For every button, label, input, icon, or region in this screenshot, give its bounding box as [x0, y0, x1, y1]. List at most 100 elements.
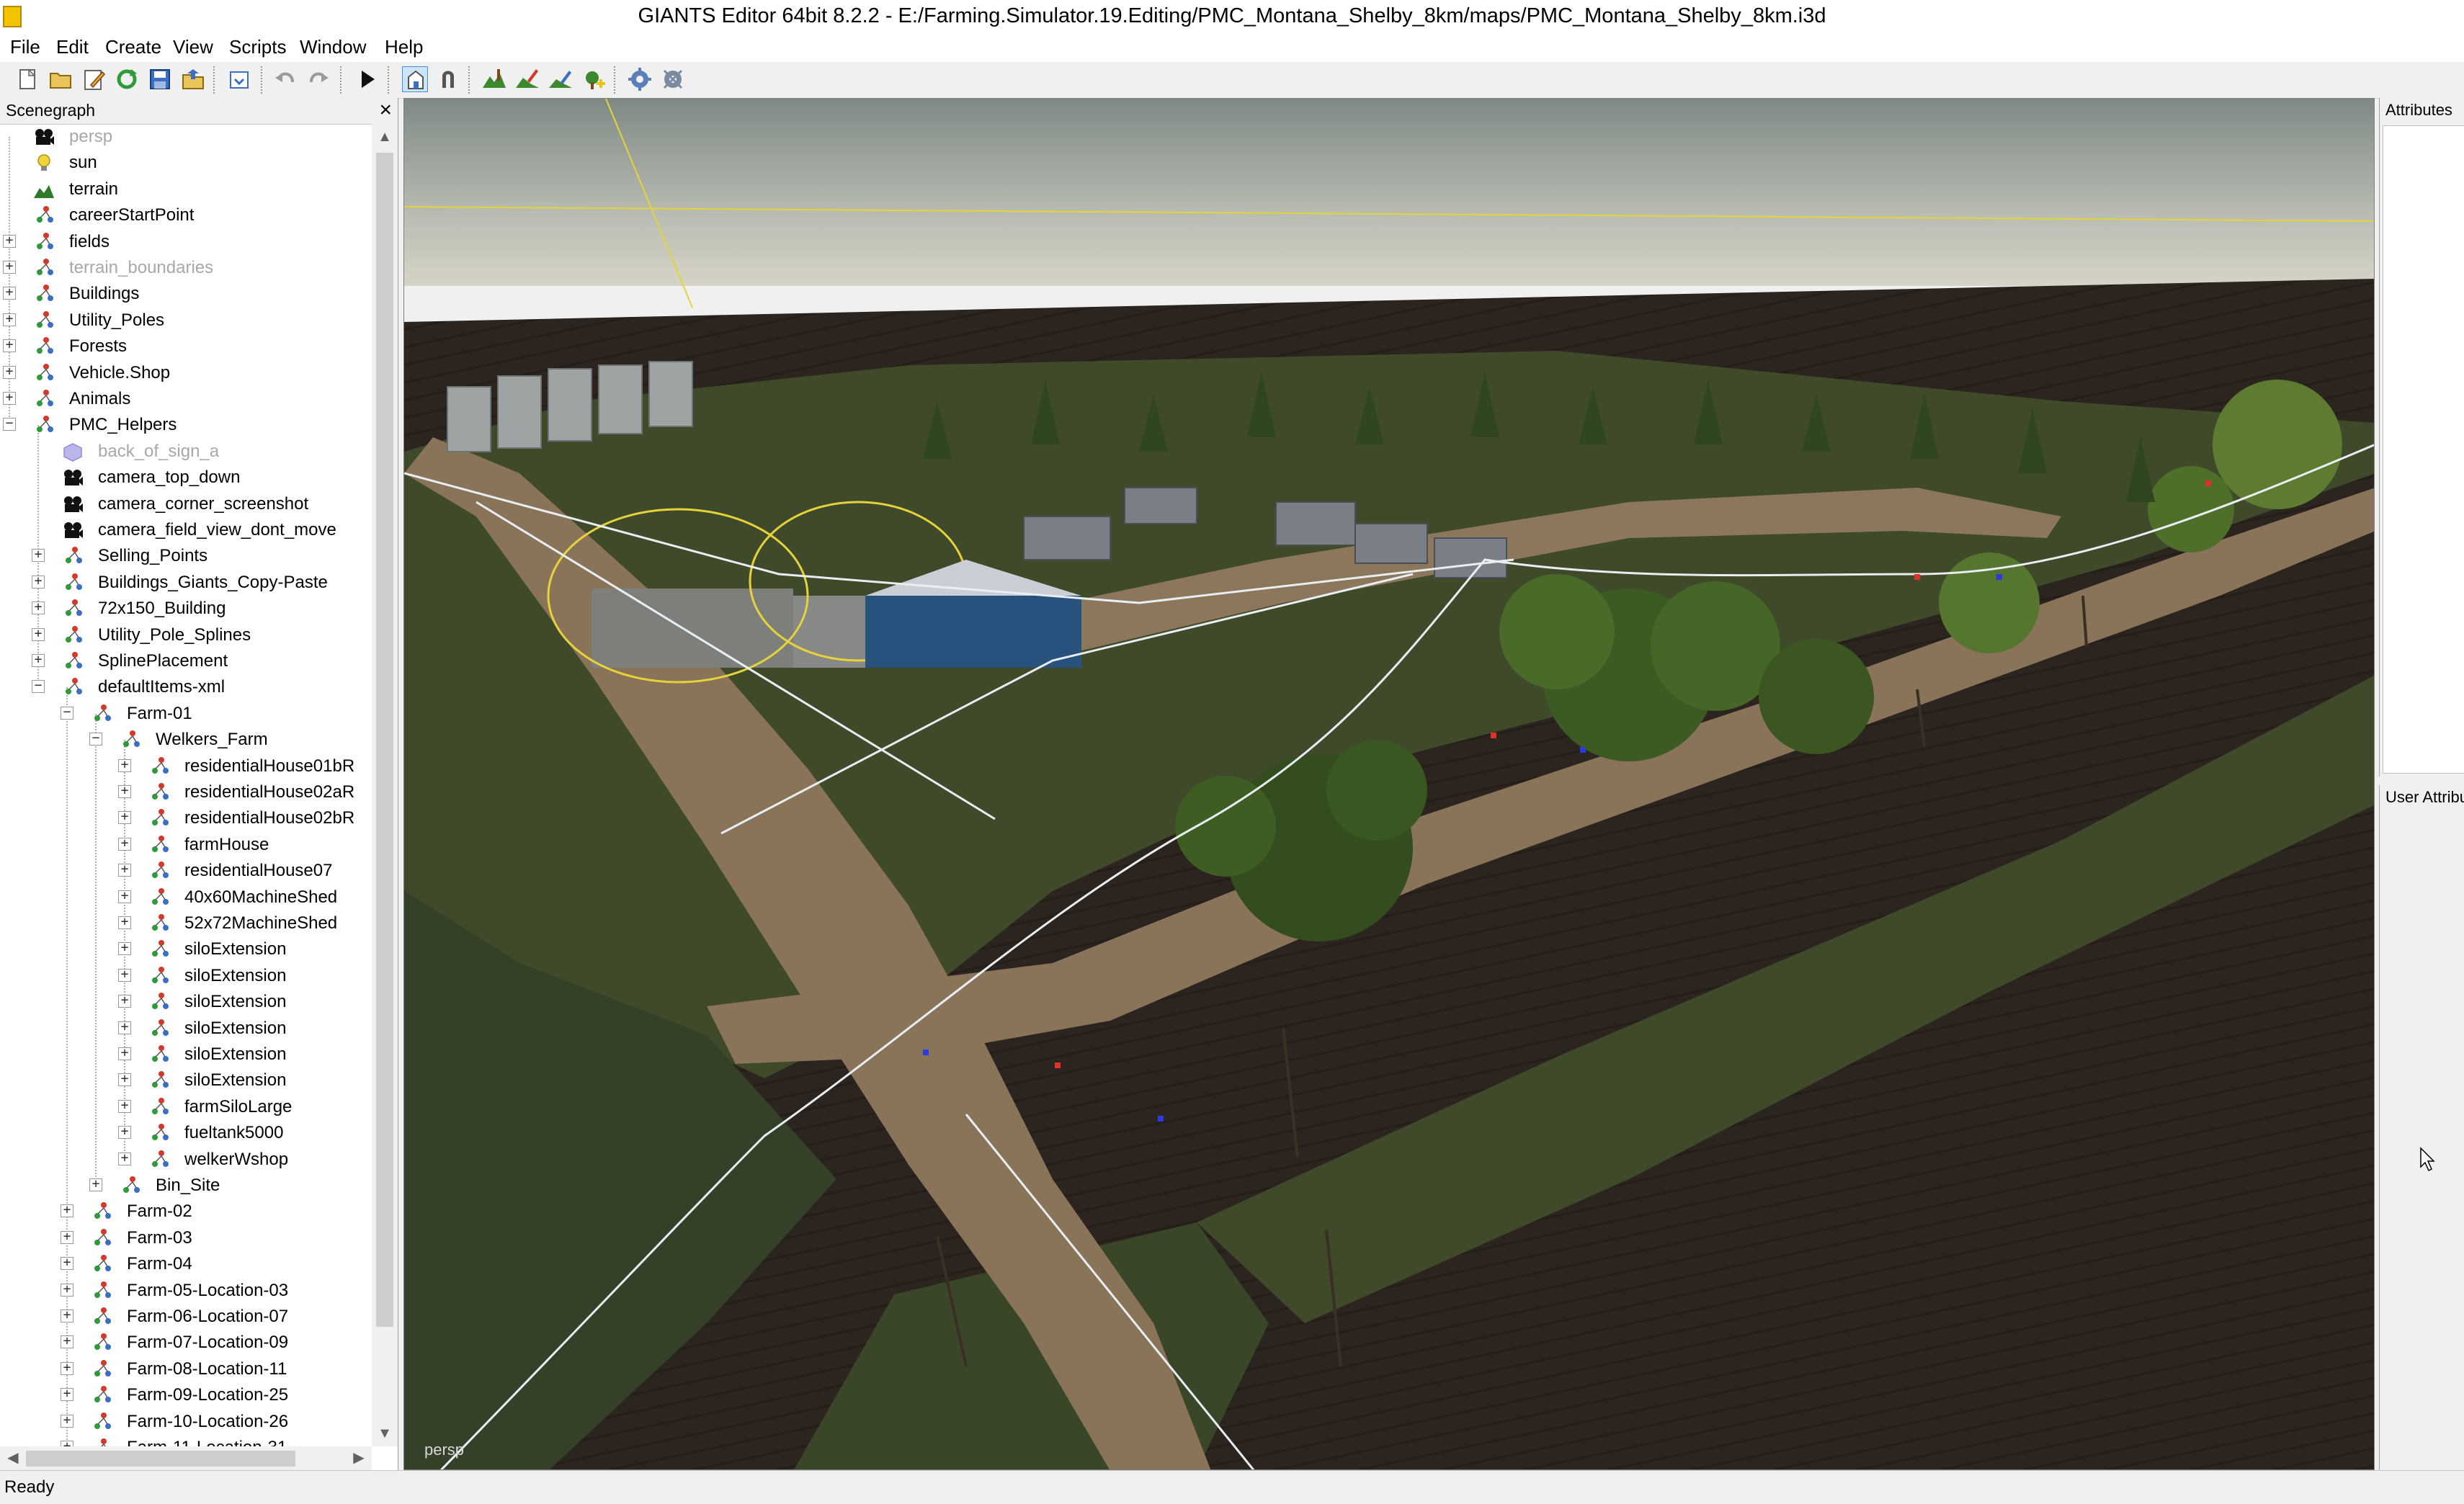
attributes-body[interactable] [2383, 125, 2464, 774]
scroll-down-icon[interactable]: ▼ [372, 1420, 398, 1446]
collapse-icon[interactable]: − [61, 705, 73, 720]
expand-icon[interactable]: + [3, 339, 16, 353]
vertical-scrollbar[interactable]: ▲ ▼ [372, 124, 398, 1446]
tree-row[interactable]: + Farm-09-Location-25 [0, 1382, 372, 1408]
expand-icon[interactable]: + [61, 1413, 73, 1428]
tree-row[interactable]: + Selling_Points [0, 543, 372, 569]
expand-icon[interactable]: + [118, 863, 131, 877]
expand-icon[interactable]: + [118, 941, 131, 956]
object-place-icon[interactable] [581, 66, 607, 92]
menu-window[interactable]: Window [297, 36, 369, 58]
tree-row[interactable]: + Utility_Pole_Splines [0, 622, 372, 648]
reload-icon[interactable] [114, 66, 140, 92]
expand-icon[interactable]: + [61, 1387, 73, 1402]
expand-icon[interactable]: + [61, 1335, 73, 1349]
menu-file[interactable]: File [7, 36, 43, 58]
settings-icon[interactable] [627, 66, 653, 92]
tree-row[interactable]: + residentialHouse02aR [0, 779, 372, 805]
menu-help[interactable]: Help [382, 36, 426, 58]
tree-row[interactable]: + siloExtension [0, 936, 372, 962]
tree-row[interactable]: − Welkers_Farm [0, 727, 372, 753]
expand-icon[interactable]: + [3, 391, 16, 405]
menu-edit[interactable]: Edit [53, 36, 91, 58]
tree-row[interactable]: terrain [0, 176, 372, 202]
expand-icon[interactable]: + [61, 1309, 73, 1322]
tree-row[interactable]: camera_field_view_dont_move [0, 517, 372, 543]
magnet-icon[interactable] [435, 66, 461, 92]
expand-icon[interactable]: + [61, 1230, 73, 1244]
expand-icon[interactable]: + [118, 967, 131, 982]
tree-row[interactable]: + Farm-06-Location-07 [0, 1304, 372, 1330]
terrain-sculpt-icon[interactable] [481, 66, 507, 92]
expand-icon[interactable]: + [32, 574, 45, 588]
scroll-up-icon[interactable]: ▲ [372, 124, 398, 150]
expand-icon[interactable]: + [118, 836, 131, 851]
expand-icon[interactable]: + [118, 1098, 131, 1113]
expand-icon[interactable]: + [118, 994, 131, 1008]
tree-row[interactable]: +40x60MachineShed [0, 885, 372, 910]
expand-icon[interactable]: + [118, 1073, 131, 1087]
tree-row[interactable]: + Buildings [0, 281, 372, 307]
tree-row[interactable]: + Farm-08-Location-11 [0, 1356, 372, 1382]
export-icon[interactable] [180, 66, 206, 92]
tree-row[interactable]: +72x150_Building [0, 596, 372, 622]
tree-row[interactable]: + fueltank5000 [0, 1120, 372, 1146]
collapse-icon[interactable]: − [89, 732, 102, 746]
expand-icon[interactable]: + [3, 286, 16, 300]
tree-row[interactable]: + SplinePlacement [0, 648, 372, 674]
tree-row[interactable]: + farmSiloLarge [0, 1094, 372, 1120]
undo-icon[interactable] [272, 66, 298, 92]
open-file-icon[interactable] [48, 66, 73, 92]
save-icon[interactable] [147, 66, 173, 92]
expand-icon[interactable]: + [118, 758, 131, 772]
tree-row[interactable]: + residentialHouse07 [0, 858, 372, 884]
expand-icon[interactable]: + [118, 1125, 131, 1140]
tree-row[interactable]: + residentialHouse02bR [0, 805, 372, 831]
edit-file-icon[interactable] [81, 66, 107, 92]
expand-icon[interactable]: + [61, 1204, 73, 1218]
expand-icon[interactable]: + [61, 1282, 73, 1297]
expand-icon[interactable]: + [61, 1361, 73, 1375]
expand-icon[interactable]: + [118, 784, 131, 798]
expand-icon[interactable]: + [118, 889, 131, 903]
expand-icon[interactable]: + [32, 601, 45, 615]
expand-icon[interactable]: + [61, 1256, 73, 1271]
redo-icon[interactable] [305, 66, 331, 92]
tree-row[interactable]: + Farm-04 [0, 1251, 372, 1277]
expand-icon[interactable]: + [89, 1178, 102, 1191]
expand-icon[interactable]: + [32, 548, 45, 563]
foliage-paint-icon[interactable] [548, 66, 573, 92]
expand-icon[interactable]: + [118, 1020, 131, 1034]
play-icon[interactable] [354, 66, 380, 92]
tree-row[interactable]: + Farm-11-Location-31 [0, 1435, 372, 1446]
expand-icon[interactable]: + [61, 1440, 73, 1446]
tree-row[interactable]: + siloExtension [0, 963, 372, 989]
expand-icon[interactable]: + [118, 810, 131, 825]
tree-row[interactable]: camera_top_down [0, 465, 372, 491]
tree-row[interactable]: − PMC_Helpers [0, 412, 372, 438]
tree-row[interactable]: + fields [0, 229, 372, 255]
tree-row[interactable]: + Farm-10-Location-26 [0, 1409, 372, 1435]
tree-row[interactable]: + residentialHouse01bR [0, 753, 372, 779]
tree-row[interactable]: persp [0, 124, 372, 150]
terrain-paint-icon[interactable] [514, 66, 540, 92]
tree-row[interactable]: + Buildings_Giants_Copy-Paste [0, 570, 372, 596]
tree-row[interactable]: + Animals [0, 386, 372, 412]
menu-view[interactable]: View [170, 36, 216, 58]
scroll-left-icon[interactable]: ◀ [0, 1446, 26, 1470]
expand-icon[interactable]: + [3, 233, 16, 248]
tree-row[interactable]: careerStartPoint [0, 202, 372, 228]
tree-row[interactable]: + Utility_Poles [0, 308, 372, 334]
import-icon[interactable] [226, 66, 252, 92]
scrollbar-thumb[interactable] [26, 1451, 295, 1467]
scrollbar-thumb[interactable] [376, 153, 393, 1327]
advanced-settings-icon[interactable] [660, 66, 686, 92]
collapse-icon[interactable]: − [3, 417, 16, 431]
tree-row[interactable]: + siloExtension [0, 1067, 372, 1093]
tree-row[interactable]: + siloExtension [0, 1042, 372, 1067]
new-file-icon[interactable] [14, 66, 40, 92]
tree-row[interactable]: − Farm-01 [0, 701, 372, 727]
expand-icon[interactable]: + [32, 627, 45, 641]
tree-row[interactable]: sun [0, 150, 372, 176]
collapse-icon[interactable]: − [32, 679, 45, 694]
